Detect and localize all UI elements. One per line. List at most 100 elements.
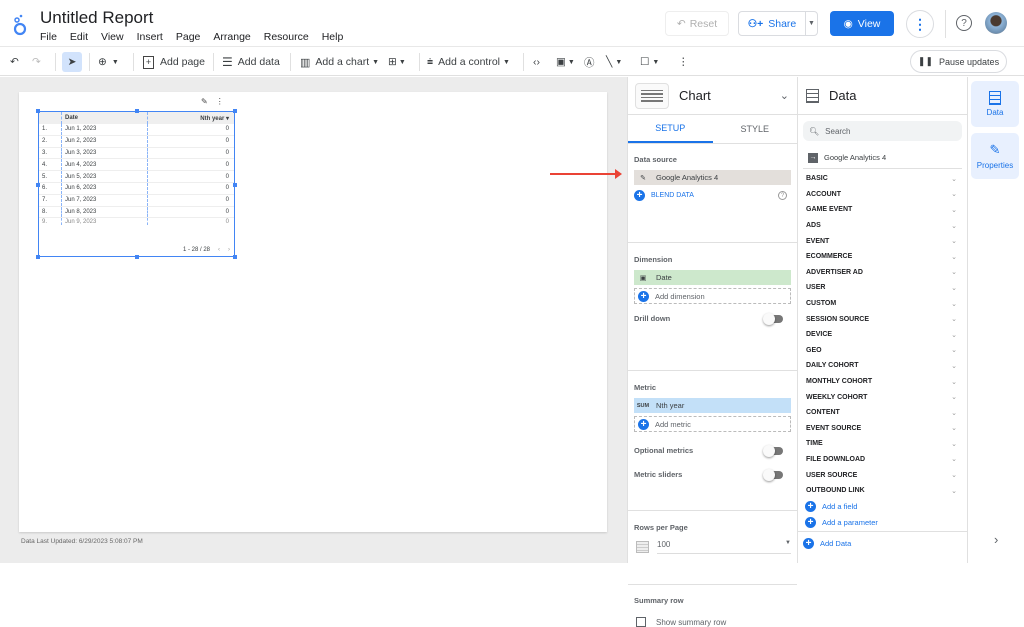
field-group-daily-cohort[interactable]: DAILY COHORT ⌄ xyxy=(798,358,967,374)
rail-properties-button[interactable]: ✎ Properties xyxy=(971,133,1019,179)
field-group-geo[interactable]: GEO ⌄ xyxy=(798,343,967,359)
resize-handle[interactable] xyxy=(233,255,237,259)
optional-metrics-toggle[interactable] xyxy=(763,444,783,457)
zoom-icon[interactable]: ⊕ ▼ xyxy=(98,52,119,72)
next-page-icon[interactable]: › xyxy=(228,247,230,253)
table-row[interactable]: 2. Jun 2, 2023 0 xyxy=(39,135,234,148)
metric-sliders-toggle[interactable] xyxy=(763,468,783,481)
add-metric-button[interactable]: + Add metric xyxy=(634,416,791,432)
table-row[interactable]: 5. Jun 5, 2023 0 xyxy=(39,171,234,183)
field-group-weekly-cohort[interactable]: WEEKLY COHORT ⌄ xyxy=(798,389,967,405)
data-source-chip[interactable]: ✎ Google Analytics 4 xyxy=(634,170,791,185)
expand-chevron-icon[interactable]: › xyxy=(994,532,998,547)
field-group-game-event[interactable]: GAME EVENT ⌄ xyxy=(798,202,967,218)
image-icon[interactable]: ▣ ▼ xyxy=(556,52,575,72)
pause-updates-button[interactable]: ❚❚ Pause updates xyxy=(910,50,1007,73)
field-group-user-source[interactable]: USER SOURCE ⌄ xyxy=(798,467,967,483)
resize-handle[interactable] xyxy=(135,255,139,259)
resize-handle[interactable] xyxy=(36,109,40,113)
resize-handle[interactable] xyxy=(36,183,40,187)
field-group-device[interactable]: DEVICE ⌄ xyxy=(798,327,967,343)
rows-per-page-select[interactable]: 100 ▼ xyxy=(634,540,791,554)
metric-chip-nth-year[interactable]: SUM Nth year xyxy=(634,398,791,413)
field-group-outbound-link[interactable]: OUTBOUND LINK ⌄ xyxy=(798,483,967,499)
avatar[interactable] xyxy=(985,12,1007,34)
report-title[interactable]: Untitled Report xyxy=(40,8,153,28)
menu-insert[interactable]: Insert xyxy=(137,31,163,43)
add-field-button[interactable]: + Add a field xyxy=(798,498,967,515)
table-row[interactable]: 8. Jun 8, 2023 0 xyxy=(39,206,234,219)
prev-page-icon[interactable]: ‹ xyxy=(218,247,220,253)
resize-handle[interactable] xyxy=(36,255,40,259)
redo-icon[interactable]: ↷ xyxy=(32,52,41,72)
embed-url-icon[interactable]: ‹› xyxy=(533,52,540,72)
blend-data-button[interactable]: + BLEND DATA xyxy=(634,190,694,201)
field-group-user[interactable]: USER ⌄ xyxy=(798,280,967,296)
field-group-session-source[interactable]: SESSION SOURCE ⌄ xyxy=(798,311,967,327)
header-date[interactable]: Date xyxy=(61,112,148,124)
view-button[interactable]: ◉ View xyxy=(830,11,894,36)
menu-page[interactable]: Page xyxy=(176,31,201,43)
field-group-file-download[interactable]: FILE DOWNLOAD ⌄ xyxy=(798,452,967,468)
table-row[interactable]: 7. Jun 7, 2023 0 xyxy=(39,194,234,207)
menu-arrange[interactable]: Arrange xyxy=(213,31,250,43)
add-chart-button[interactable]: ▥ Add a chart ▼ xyxy=(300,52,379,72)
field-group-content[interactable]: CONTENT ⌄ xyxy=(798,405,967,421)
field-group-ads[interactable]: ADS ⌄ xyxy=(798,218,967,234)
help-icon[interactable]: ? xyxy=(956,15,972,31)
field-search-input[interactable]: 🔍︎ Search xyxy=(803,121,962,141)
field-group-advertiser-ad[interactable]: ADVERTISER AD ⌄ xyxy=(798,265,967,281)
add-parameter-button[interactable]: + Add a parameter xyxy=(798,515,967,533)
field-group-account[interactable]: ACCOUNT ⌄ xyxy=(798,187,967,203)
menu-help[interactable]: Help xyxy=(322,31,344,43)
add-page-button[interactable]: + Add page xyxy=(143,52,205,72)
add-control-button[interactable]: ⩧ Add a control ▼ xyxy=(427,52,510,72)
table-row[interactable]: 1. Jun 1, 2023 0 xyxy=(39,124,234,136)
chevron-down-icon[interactable]: ⌄ xyxy=(780,89,789,102)
menu-view[interactable]: View xyxy=(101,31,124,43)
add-dimension-button[interactable]: + Add dimension xyxy=(634,288,791,304)
chart-panel-header[interactable]: Chart ⌄ xyxy=(628,77,797,115)
edit-pencil-icon[interactable]: ✎ xyxy=(634,170,652,185)
field-group-monthly-cohort[interactable]: MONTHLY COHORT ⌄ xyxy=(798,374,967,390)
reset-button[interactable]: ↶ Reset xyxy=(665,11,729,36)
more-options-icon[interactable]: ⋮ xyxy=(906,10,934,38)
field-group-custom[interactable]: CUSTOM ⌄ xyxy=(798,296,967,312)
resize-handle[interactable] xyxy=(233,109,237,113)
drill-down-toggle[interactable] xyxy=(763,312,783,325)
table-row[interactable]: 3. Jun 3, 2023 0 xyxy=(39,147,234,160)
table-row[interactable]: 6. Jun 6, 2023 0 xyxy=(39,182,234,195)
chart-more-icon[interactable]: ⋮ xyxy=(216,97,224,106)
show-summary-row-checkbox[interactable]: Show summary row xyxy=(634,617,791,627)
edit-pencil-icon[interactable]: ✎ xyxy=(201,97,208,106)
field-group-event-source[interactable]: EVENT SOURCE ⌄ xyxy=(798,421,967,437)
menu-edit[interactable]: Edit xyxy=(70,31,88,43)
more-tools-icon[interactable]: ⋮ xyxy=(678,52,689,72)
table-chart[interactable]: Date Nth year ▾ 1. Jun 1, 2023 0 2. Jun 2, 2… xyxy=(36,109,237,259)
table-row[interactable]: 4. Jun 4, 2023 0 xyxy=(39,159,234,172)
help-icon[interactable]: ? xyxy=(778,191,787,200)
field-group-event[interactable]: EVENT ⌄ xyxy=(798,233,967,249)
field-group-basic[interactable]: BASIC ⌄ xyxy=(798,171,967,187)
tab-setup[interactable]: SETUP xyxy=(628,115,713,143)
add-data-button[interactable]: ☰ Add data xyxy=(222,52,280,72)
text-box-icon[interactable]: Ⓐ xyxy=(584,52,595,72)
line-icon[interactable]: ╲ ▼ xyxy=(606,52,622,72)
header-nth-year[interactable]: Nth year ▾ xyxy=(148,115,234,122)
tab-style[interactable]: STYLE xyxy=(713,115,798,143)
field-group-time[interactable]: TIME ⌄ xyxy=(798,436,967,452)
menu-file[interactable]: File xyxy=(40,31,57,43)
shape-icon[interactable]: ☐ ▼ xyxy=(640,52,659,72)
add-data-source-button[interactable]: + Add Data xyxy=(798,535,967,552)
resize-handle[interactable] xyxy=(135,109,139,113)
aggregation-label[interactable]: SUM xyxy=(634,398,652,413)
resize-handle[interactable] xyxy=(233,183,237,187)
select-cursor-icon[interactable]: ➤ xyxy=(62,52,82,72)
data-source-item[interactable]: → Google Analytics 4 xyxy=(803,147,962,169)
share-dropdown-icon[interactable]: ▼ xyxy=(805,12,817,35)
rail-data-button[interactable]: Data xyxy=(971,81,1019,127)
dimension-chip-date[interactable]: ▣ Date xyxy=(634,270,791,285)
menu-resource[interactable]: Resource xyxy=(264,31,309,43)
community-viz-icon[interactable]: ⊞ ▼ xyxy=(388,52,406,72)
undo-icon[interactable]: ↶ xyxy=(10,52,19,72)
